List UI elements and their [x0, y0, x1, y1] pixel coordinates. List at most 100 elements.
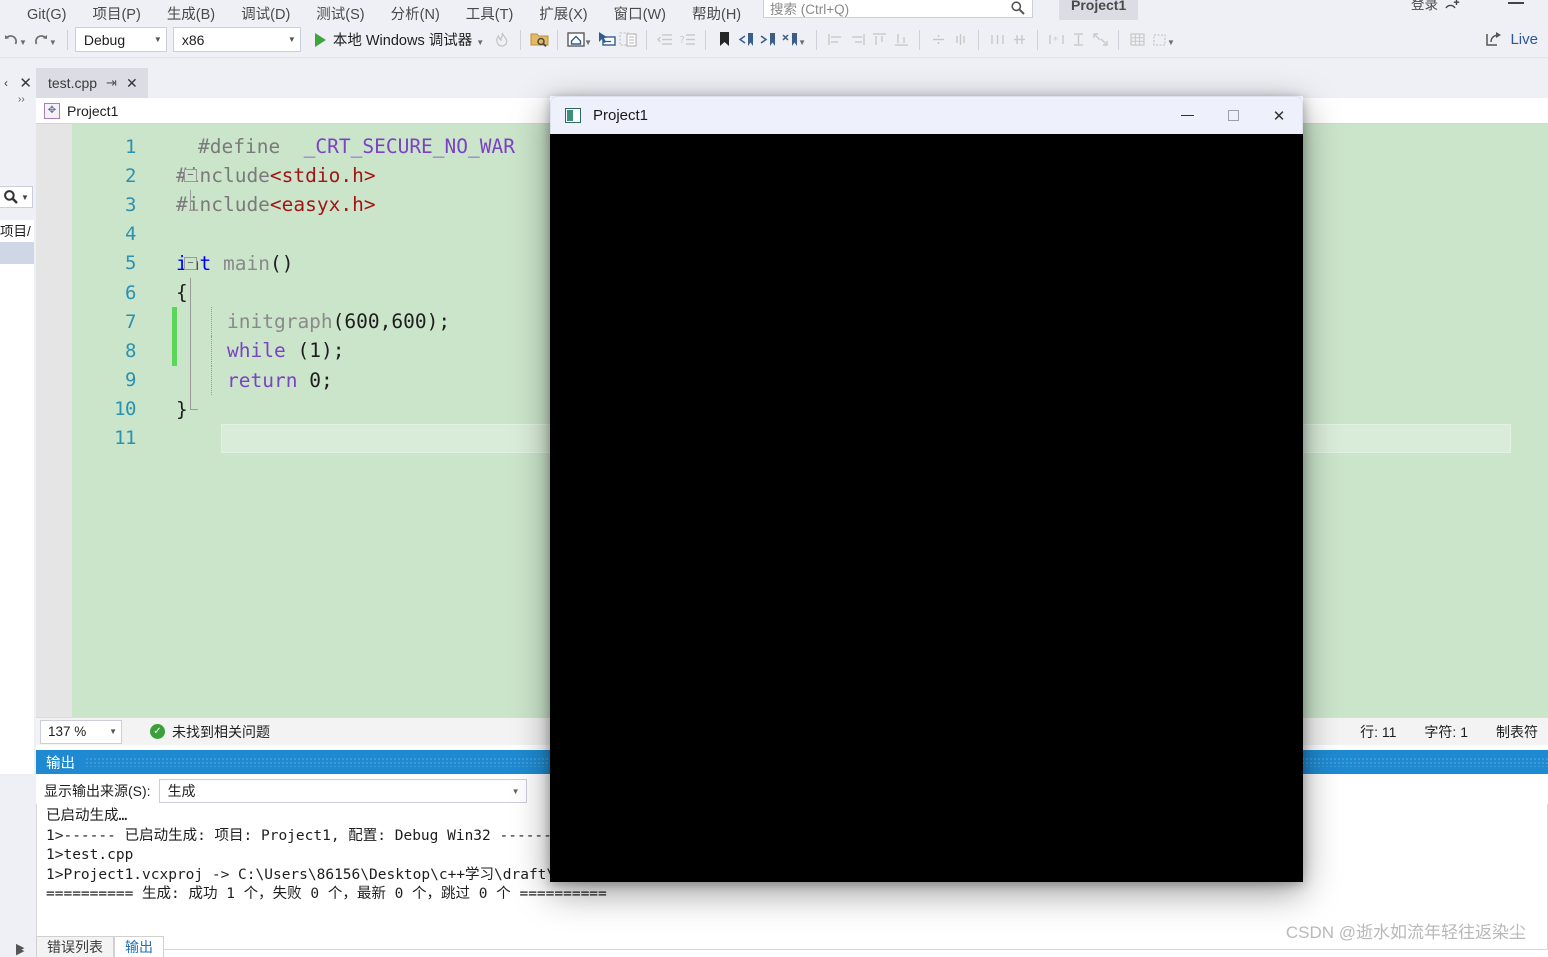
- compare-file-icon: [617, 29, 639, 51]
- line-content: #define _CRT_SECURE_NO_WAR: [198, 135, 515, 159]
- graphics-canvas[interactable]: [550, 134, 1303, 882]
- output-panel-title: 输出: [46, 755, 75, 772]
- project-window-tab[interactable]: Project1: [1059, 0, 1139, 20]
- popup-title-bar[interactable]: Project1 ✕: [550, 96, 1303, 134]
- menu-item-project[interactable]: 项目(P): [79, 4, 153, 22]
- bookmark-prev-icon[interactable]: [735, 29, 757, 51]
- easyx-graphics-window[interactable]: Project1 ✕: [550, 96, 1303, 882]
- bookmark-next-icon[interactable]: [757, 29, 779, 51]
- unsaved-change-bar: [172, 307, 177, 337]
- line-number: 9: [125, 369, 136, 392]
- zoom-level-select[interactable]: 137 % ▼: [40, 719, 122, 744]
- output-line: 1>Project1.vcxproj -> C:\Users\86156\Des…: [46, 866, 582, 883]
- build-configuration-select[interactable]: Debug ▼: [74, 27, 167, 52]
- fold-guide-line: [190, 394, 191, 410]
- fold-guide-line: [190, 190, 191, 212]
- play-triangle-icon: [314, 32, 326, 47]
- fold-collapse-icon[interactable]: −: [184, 169, 197, 183]
- signin-button[interactable]: 登录: [1411, 0, 1462, 13]
- solution-tree-selected-row[interactable]: [0, 242, 34, 264]
- build-platform-select[interactable]: x86 ▼: [172, 27, 301, 52]
- close-icon[interactable]: ✕: [19, 74, 32, 92]
- menu-bar: Git(G) 项目(P) 生成(B) 调试(D) 测试(S) 分析(N) 工具(…: [0, 0, 1548, 22]
- chevron-down-icon[interactable]: ▼: [1167, 38, 1175, 47]
- window-close-icon[interactable]: ✕: [1256, 97, 1302, 135]
- solution-explorer-panel: ‹ ✕ ›› ▼ 项目/: [0, 58, 36, 957]
- folder-search-icon[interactable]: [528, 29, 550, 51]
- search-input[interactable]: 搜索 (Ctrl+Q): [763, 0, 1033, 18]
- zoom-level-value: 137 %: [48, 724, 87, 739]
- menu-item-window[interactable]: 窗口(W): [601, 4, 679, 22]
- editor-tab-test-cpp[interactable]: test.cpp ⇥ ✕: [36, 68, 148, 98]
- chevron-down-icon[interactable]: ▼: [21, 193, 29, 202]
- live-share-icon: [1486, 32, 1502, 46]
- bookmark-icon[interactable]: [713, 29, 735, 51]
- menu-item-debug[interactable]: 调试(D): [228, 4, 303, 22]
- size-width-icon: *: [1045, 29, 1067, 51]
- solution-explorer-header: ‹ ✕: [0, 74, 36, 92]
- issues-status-label: 未找到相关问题: [172, 723, 270, 740]
- fold-collapse-icon[interactable]: −: [184, 256, 197, 270]
- indent-guide: [211, 365, 212, 395]
- line-content: }: [176, 397, 188, 421]
- app-root: Git(G) 项目(P) 生成(B) 调试(D) 测试(S) 分析(N) 工具(…: [0, 0, 1548, 957]
- search-placeholder: 搜索 (Ctrl+Q): [770, 2, 850, 17]
- solution-search-input[interactable]: ▼: [0, 186, 33, 208]
- menu-item-git[interactable]: Git(G): [14, 4, 79, 22]
- line-content: return 0;: [227, 368, 333, 392]
- pointer-window-icon[interactable]: [595, 29, 617, 51]
- signin-label: 登录: [1411, 0, 1438, 12]
- output-line: 1>test.cpp: [46, 847, 134, 863]
- undo-dropdown-caret-icon[interactable]: ▼: [19, 38, 27, 47]
- chevron-down-icon[interactable]: ▼: [476, 38, 484, 47]
- line-number: 5: [125, 252, 136, 275]
- toolbar-separator: [646, 29, 648, 50]
- chevron-down-icon[interactable]: ▼: [798, 38, 806, 47]
- chevron-down-icon: ▼: [511, 786, 520, 796]
- output-source-select[interactable]: 生成 ▼: [158, 779, 527, 803]
- start-debugging-label: 本地 Windows 调试器: [332, 33, 473, 49]
- indent-guide: [211, 336, 212, 366]
- line-number: 4: [125, 223, 136, 246]
- output-source-value: 生成: [167, 783, 196, 799]
- chevron-double-icon[interactable]: ››: [18, 94, 25, 105]
- solution-tree-body[interactable]: [0, 264, 34, 774]
- issues-status[interactable]: ✓ 未找到相关问题: [150, 722, 270, 742]
- window-maximize-icon[interactable]: [1210, 97, 1256, 135]
- build-configuration-value: Debug: [83, 31, 126, 48]
- align-bottom-icon: [890, 29, 912, 51]
- line-content: initgraph(600,600);: [227, 310, 451, 334]
- indent-decrease-icon: [654, 29, 676, 51]
- output-line: 已启动生成…: [46, 808, 128, 824]
- menu-item-build[interactable]: 生成(B): [154, 4, 228, 22]
- menu-item-test[interactable]: 测试(S): [303, 4, 377, 22]
- chevron-left-icon[interactable]: ‹: [4, 76, 8, 90]
- output-source-label: 显示输出来源(S):: [44, 783, 151, 799]
- tab-error-list[interactable]: 错误列表: [36, 936, 114, 957]
- solution-explorer-label: 项目/: [0, 220, 34, 242]
- watermark: CSDN @逝水如流年轻往返染尘: [1285, 923, 1526, 942]
- redo-dropdown-caret-icon[interactable]: ▼: [49, 38, 57, 47]
- window-minimize-icon[interactable]: [1164, 97, 1210, 135]
- line-content: {: [176, 281, 188, 305]
- chevron-down-icon[interactable]: ▼: [584, 38, 592, 47]
- start-debugging-button[interactable]: 本地 Windows 调试器 ▼: [307, 29, 491, 50]
- line-number: 2: [125, 164, 136, 187]
- menu-item-extensions[interactable]: 扩展(X): [526, 4, 600, 22]
- center-vertically-icon: [949, 29, 971, 51]
- toolbar-separator: [816, 29, 817, 50]
- menu-item-help[interactable]: 帮助(H): [679, 4, 754, 22]
- menu-item-analyze[interactable]: 分析(N): [378, 4, 453, 22]
- center-horizontally-icon: [927, 29, 949, 51]
- close-icon[interactable]: ✕: [126, 75, 138, 92]
- pin-icon[interactable]: ⇥: [106, 75, 117, 91]
- align-top-icon: [868, 29, 890, 51]
- indent-guide: [211, 307, 212, 337]
- toolbar-separator: [557, 29, 559, 50]
- tool-window-expand-icon[interactable]: ▶: [16, 941, 24, 954]
- fold-guide-foot: [190, 408, 198, 410]
- line-indicator: 行: 11: [1360, 723, 1397, 740]
- menu-item-tools[interactable]: 工具(T): [453, 4, 527, 22]
- tab-output[interactable]: 输出: [114, 936, 164, 957]
- live-share-button[interactable]: Live: [1485, 31, 1538, 48]
